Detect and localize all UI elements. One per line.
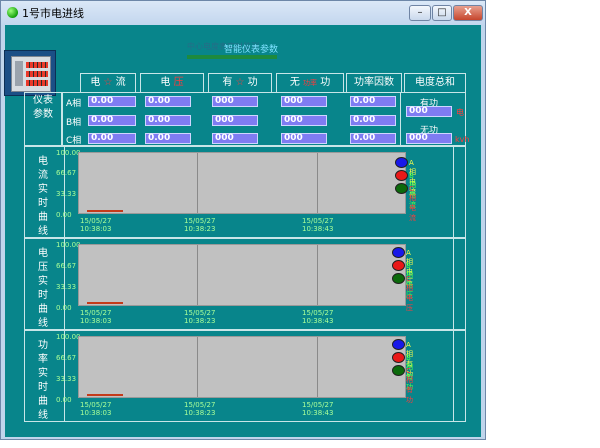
current-trace [87,210,123,212]
meter-device-image [4,50,56,96]
power-chart[interactable]: A相有功 B相有功 C相有功 [78,336,413,404]
col-header-current: 电 ☆ 流 [80,73,136,93]
col-header-energy-total: 电度总和 [404,73,466,93]
x-tick: 15/05/27 10:38:43 [302,217,334,233]
voltage-chart[interactable]: A相电压 B相电压 C相电压 [78,244,413,312]
close-button[interactable]: X [453,5,483,21]
y-tick: 0.00 [56,304,72,312]
y-tick: 100.00 [56,333,81,341]
title-underline [187,55,277,59]
legend-dot-c [392,365,405,376]
current-chart[interactable]: A相电流 B相电流 C相电流 [78,152,416,222]
y-tick: 100.00 [56,149,81,157]
total-active-unit: 电 [456,108,464,117]
col-header-active-power: 有 ☆ 功 [208,73,272,93]
legend-dot-c [392,273,405,284]
y-tick: 0.00 [56,396,72,404]
legend-c: C相电流 [409,185,416,222]
y-tick: 66.67 [56,169,77,177]
x-tick: 15/05/27 10:38:03 [80,217,112,233]
total-active-value: 000 [406,106,452,117]
legend-c: C相电压 [406,275,413,312]
x-tick: 15/05/27 10:38:23 [184,401,216,417]
x-tick: 15/05/27 10:38:43 [302,401,334,417]
x-tick: 15/05/27 10:38:43 [302,309,334,325]
window-title: 1号市电进线 [22,7,84,20]
col-header-voltage: 电 压 [140,73,204,93]
x-tick: 15/05/27 10:38:03 [80,401,112,417]
col-header-power-factor: 功率因数 [346,73,402,93]
y-tick: 33.33 [56,375,77,383]
x-tick: 15/05/27 10:38:23 [184,309,216,325]
power-trace [87,394,123,396]
x-tick: 15/05/27 10:38:03 [80,309,112,325]
y-tick: 66.67 [56,262,77,270]
minimize-button[interactable]: – [409,5,431,21]
y-tick: 33.33 [56,283,77,291]
y-tick: 33.33 [56,190,77,198]
y-tick: 66.67 [56,354,77,362]
title-bar[interactable]: 1号市电进线 – □ X [1,1,485,25]
voltage-trace [87,302,123,304]
legend-dot-b [392,352,405,363]
legend-dot-a [392,339,405,350]
y-tick: 100.00 [56,241,81,249]
legend-c: C相有功 [406,367,413,404]
legend-dot-c [395,183,408,194]
maximize-button[interactable]: □ [432,5,452,21]
x-tick: 15/05/27 10:38:23 [184,217,216,233]
page-title: 智能仪表参数 [224,45,279,55]
legend-dot-b [392,260,405,271]
legend-dot-b [395,170,408,181]
y-tick: 0.00 [56,211,72,219]
total-reactive-unit: kvh [455,135,470,144]
col-header-reactive-power: 无 功率 功 [276,73,344,93]
legend-dot-a [392,247,405,258]
meter-icon [11,56,51,92]
total-reactive-value: 000 [406,133,452,144]
group-label: 仪表参数 [33,95,53,120]
app-status-icon [7,7,18,18]
legend-dot-a [395,157,408,168]
